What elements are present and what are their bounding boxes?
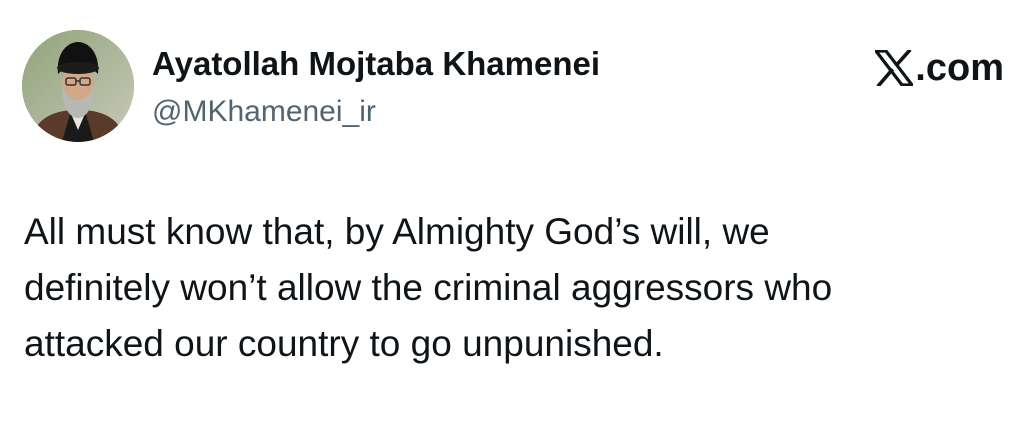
site-domain-suffix: .com [915, 47, 1004, 89]
avatar[interactable] [22, 30, 134, 142]
site-watermark: .com [875, 46, 1004, 90]
author-name[interactable]: Ayatollah Mojtaba Khamenei [152, 44, 600, 84]
tweet-text: All must know that, by Almighty God’s wi… [24, 204, 1004, 372]
author-handle[interactable]: @MKhamenei_ir [152, 94, 376, 130]
tweet-text-line: definitely won’t allow the criminal aggr… [24, 267, 833, 308]
tweet-card: Ayatollah Mojtaba Khamenei @MKhamenei_ir… [0, 0, 1024, 434]
tweet-text-line: attacked our country to go unpunished. [24, 323, 664, 364]
avatar-photo [22, 30, 134, 142]
x-logo-icon [875, 50, 914, 86]
tweet-text-line: All must know that, by Almighty God’s wi… [24, 211, 770, 252]
